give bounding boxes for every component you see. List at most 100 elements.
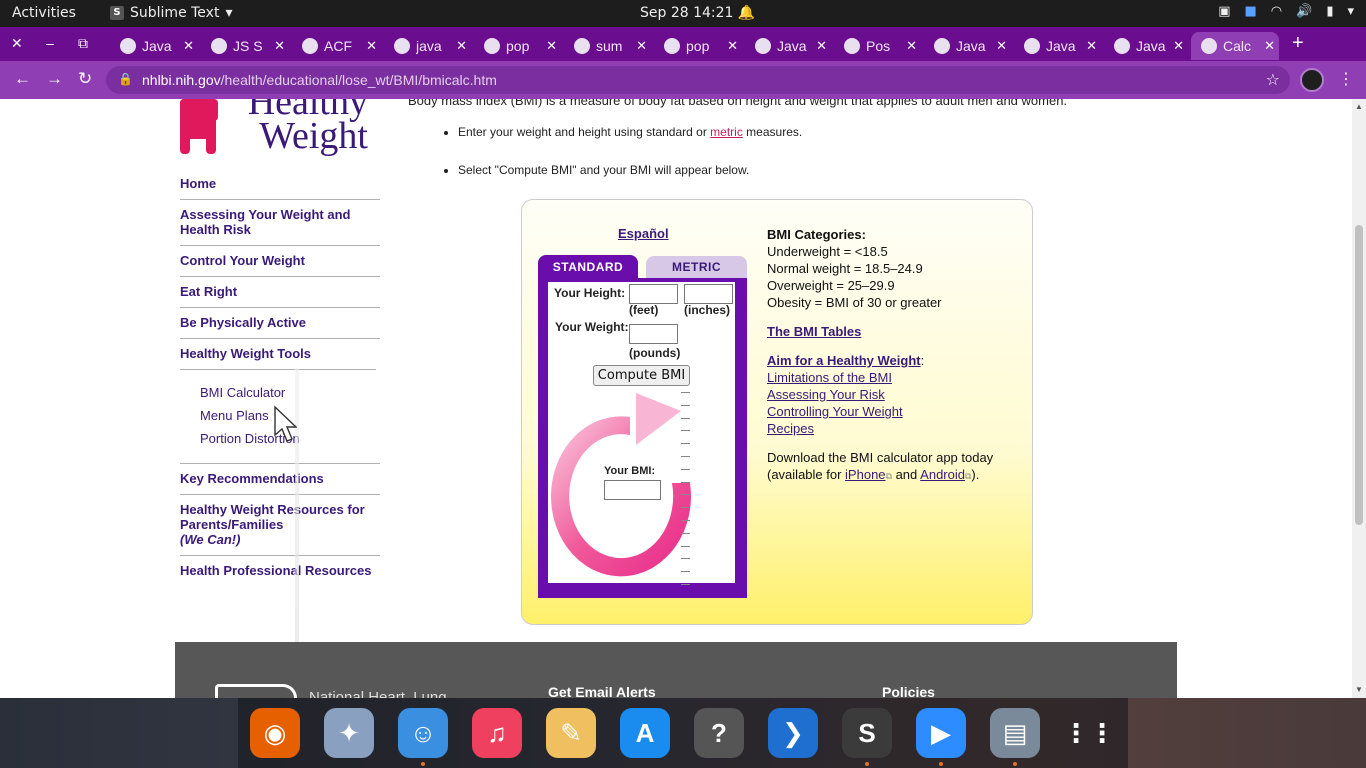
android-link[interactable]: Android [920,467,965,482]
browser-tab[interactable]: pop ✕ [654,32,742,60]
footer-policies[interactable]: Policies [882,684,935,698]
vscode-icon[interactable]: ❯ [768,708,818,758]
close-window-icon[interactable]: ✕ [11,35,23,52]
app-menu[interactable]: S Sublime Text ▾ [110,5,232,21]
sidebar-link-assessing[interactable]: Assessing Your Weight and Health Risk [180,200,380,246]
tab-close-icon[interactable]: ✕ [546,38,557,54]
assessing-risk-link[interactable]: Assessing Your Risk [767,387,885,402]
controlling-weight-link[interactable]: Controlling Your Weight [767,404,903,419]
minimize-window-icon[interactable]: – [46,35,54,51]
recipes-link[interactable]: Recipes [767,421,814,436]
profile-avatar[interactable] [1300,68,1324,92]
new-tab-button[interactable]: + [1292,32,1304,55]
system-tray[interactable]: ▣ ■ ◠ 🔊 ▮ ▾ [1218,4,1354,19]
bookmark-star-icon[interactable]: ☆ [1266,70,1280,90]
tab-close-icon[interactable]: ✕ [1173,38,1184,54]
browser-tab[interactable]: sum ✕ [564,32,651,60]
activities-button[interactable]: Activities [12,5,76,21]
tab-metric[interactable]: METRIC [646,256,747,278]
clock[interactable]: Sep 28 14:21 🔔 [640,5,755,21]
sublime-icon[interactable]: S [842,708,892,758]
browser-tab[interactable]: Java ✕ [1104,32,1188,60]
browser-tab[interactable]: Java ✕ [110,32,198,60]
browser-tab[interactable]: pop ✕ [474,32,561,60]
firefox-icon[interactable]: ◉ [250,708,300,758]
browser-tab[interactable]: java ✕ [384,32,471,60]
instruction-1-post: measures. [742,125,803,139]
sidebar-link-key-recommendations[interactable]: Key Recommendations [180,464,380,495]
reload-icon[interactable]: ↻ [78,69,92,89]
tab-favicon-icon [1024,38,1040,54]
browser-tab[interactable]: Java ✕ [745,32,831,60]
zoom-icon[interactable]: ▶ [916,708,966,758]
sidebar-link-tools[interactable]: Healthy Weight Tools [180,339,376,370]
intro-text: Body mass index (BMI) is a measure of bo… [408,99,1068,108]
bmi-tables-link[interactable]: The BMI Tables [767,324,861,339]
tab-close-icon[interactable]: ✕ [996,38,1007,54]
scrollbar-thumb[interactable] [1355,225,1363,525]
tab-close-icon[interactable]: ✕ [456,38,467,54]
browser-tab[interactable]: Pos ✕ [834,32,921,60]
image-viewer-icon[interactable]: ▤ [990,708,1040,758]
browser-tab[interactable]: JS S ✕ [201,32,289,60]
url-path: /health/educational/lose_wt/BMI/bmicalc.… [220,72,497,88]
aim-healthy-weight-link[interactable]: Aim for a Healthy Weight [767,353,921,368]
tab-close-icon[interactable]: ✕ [636,38,647,54]
music-icon[interactable]: ♫ [472,708,522,758]
sidebar-link-parents-families[interactable]: Healthy Weight Resources for Parents/Fam… [180,495,380,556]
tab-close-icon[interactable]: ✕ [727,38,738,54]
browser-menu-icon[interactable]: ⋮ [1338,69,1354,89]
tab-close-icon[interactable]: ✕ [1086,38,1097,54]
mail-eagle-icon[interactable]: ✦ [324,708,374,758]
back-arrow-icon[interactable]: ← [14,69,31,89]
weight-label: Your Weight: [555,320,629,334]
lock-icon[interactable]: 🔒 [118,72,133,86]
help-icon[interactable]: ? [694,708,744,758]
tab-close-icon[interactable]: ✕ [366,38,377,54]
tab-close-icon[interactable]: ✕ [1264,38,1275,54]
browser-tab[interactable]: ACF ✕ [292,32,381,60]
tab-close-icon[interactable]: ✕ [906,38,917,54]
sidebar-link-parents-label: Healthy Weight Resources for Parents/Fam… [180,502,365,532]
footer-email-alerts[interactable]: Get Email Alerts [548,684,656,698]
metric-link[interactable]: metric [710,125,743,139]
address-bar[interactable]: 🔒 nhlbi.nih.gov/health/educational/lose_… [106,66,1290,94]
power-menu-icon[interactable]: ▾ [1347,4,1354,19]
browser-tab[interactable]: Calc ✕ [1191,32,1279,60]
sidebar-link-eat-right[interactable]: Eat Right [180,277,380,308]
compute-bmi-button[interactable]: Compute BMI [593,365,690,386]
app-grid-icon[interactable]: ⋮⋮ [1063,708,1115,758]
tab-close-icon[interactable]: ✕ [274,38,285,54]
screenshot-icon[interactable]: ▣ [1218,4,1230,19]
scroll-down-arrow-icon[interactable]: ▼ [1355,685,1363,694]
text-editor-icon[interactable]: ✎ [546,708,596,758]
limitations-link[interactable]: Limitations of the BMI [767,370,892,385]
url-text[interactable]: nhlbi.nih.gov/health/educational/lose_wt… [142,72,497,88]
sidebar-link-health-professional[interactable]: Health Professional Resources [180,556,380,586]
browser-tab[interactable]: Java ✕ [924,32,1011,60]
sidebar-sublink-bmi-calculator[interactable]: BMI Calculator [200,382,380,405]
sidebar-link-home[interactable]: Home [180,176,380,200]
healthy-weight-logo[interactable]: Healthy Weight [222,99,368,155]
app-store-icon[interactable]: A [620,708,670,758]
scale-tick [681,468,690,470]
url-host: nhlbi.nih.gov [142,72,221,88]
scroll-up-arrow-icon[interactable]: ▲ [1355,102,1363,111]
iphone-link[interactable]: iPhone [845,467,885,482]
weight-pounds-input[interactable] [629,324,678,344]
browser-tab[interactable]: Java ✕ [1014,32,1101,60]
espanol-link[interactable]: Español [618,226,669,241]
finder-icon[interactable]: ☺ [398,708,448,758]
sidebar-link-control[interactable]: Control Your Weight [180,246,380,277]
page-scrollbar[interactable]: ▲ ▼ [1352,99,1366,698]
zoom-tray-icon[interactable]: ■ [1244,4,1256,19]
height-feet-input[interactable] [629,284,678,304]
restore-window-icon[interactable]: ⧉ [78,35,88,52]
height-inches-input[interactable] [684,284,733,304]
sidebar-link-physically-active[interactable]: Be Physically Active [180,308,380,339]
forward-arrow-icon[interactable]: → [46,69,63,89]
tab-close-icon[interactable]: ✕ [183,38,194,54]
tab-close-icon[interactable]: ✕ [816,38,827,54]
tab-standard[interactable]: STANDARD [538,255,638,279]
scale-tick [681,392,690,393]
